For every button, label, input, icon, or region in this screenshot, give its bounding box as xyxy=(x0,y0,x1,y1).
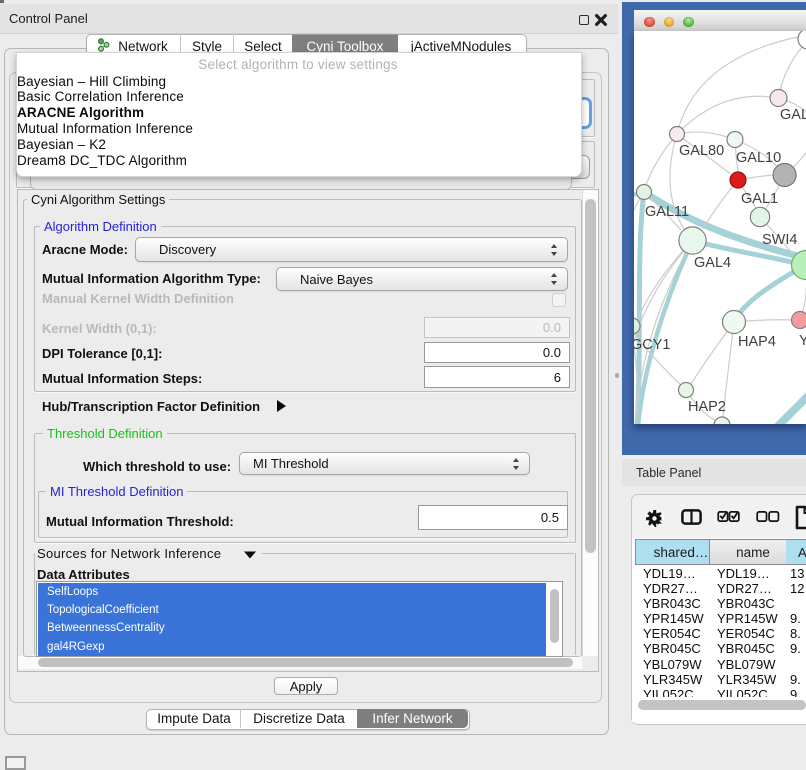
svg-text:HAP4: HAP4 xyxy=(738,334,776,350)
svg-text:GAL7: GAL7 xyxy=(780,107,806,123)
svg-text:GAL1: GAL1 xyxy=(741,191,778,207)
svg-text:GAL80: GAL80 xyxy=(679,143,724,159)
svg-text:SWI4: SWI4 xyxy=(762,232,797,248)
svg-text:YE: YE xyxy=(799,333,806,349)
svg-text:GAL11: GAL11 xyxy=(645,204,689,220)
svg-text:GAL10: GAL10 xyxy=(736,150,781,166)
svg-text:GAL4: GAL4 xyxy=(694,255,731,271)
svg-text:HAP2: HAP2 xyxy=(688,399,726,415)
svg-text:GCY1: GCY1 xyxy=(634,337,671,353)
